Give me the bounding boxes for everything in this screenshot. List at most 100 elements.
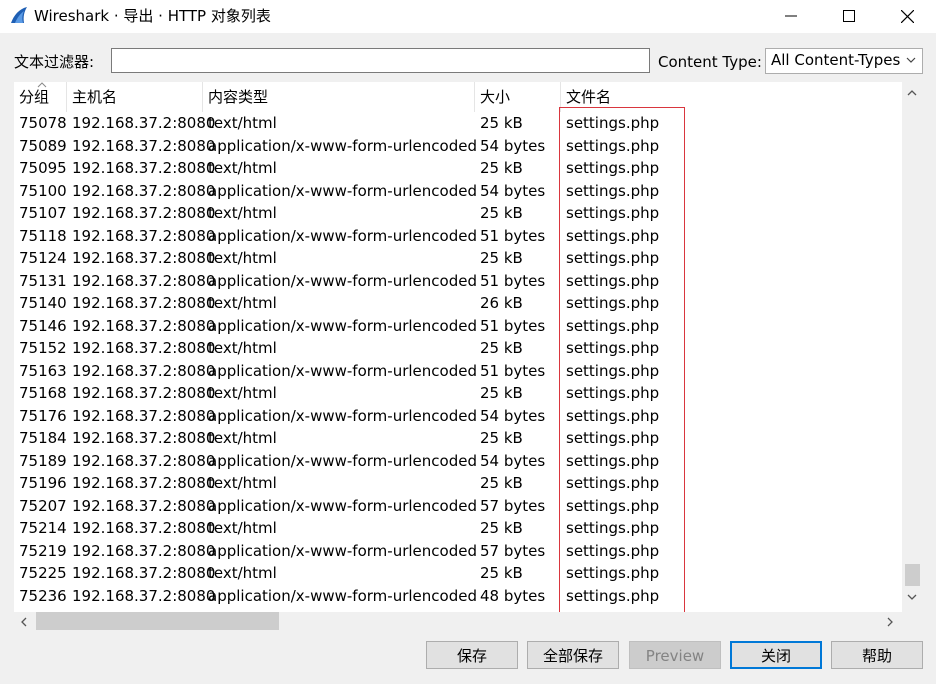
size-cell: 51 bytes — [480, 316, 546, 335]
close-window-button[interactable] — [878, 0, 936, 32]
table-row[interactable]: 75214 192.168.37.2:8080 text/html 25 kB sett… — [14, 517, 902, 540]
content-type-cell: text/html — [208, 204, 277, 222]
packet-cell: 75236 — [19, 586, 67, 605]
hostname-cell: 192.168.37.2:8080 — [72, 226, 216, 245]
filename-cell: settings.php — [566, 564, 660, 582]
scroll-down-icon[interactable] — [906, 592, 918, 602]
filename-cell: settings.php — [566, 384, 660, 402]
http-object-list[interactable]: 分组 主机名 内容类型 大小 文件名 75078 192.168.37.2:808… — [14, 82, 922, 630]
packet-cell: 75095 — [19, 159, 67, 177]
size-cell: 25 kB — [480, 384, 523, 402]
table-row[interactable]: 75146 192.168.37.2:8080 application/x-www-… — [14, 315, 902, 338]
table-row[interactable]: 75189 192.168.37.2:8080 application/x-www-… — [14, 450, 902, 473]
help-button[interactable]: 帮助 — [831, 641, 923, 669]
content-type-cell: text/html — [208, 114, 277, 132]
size-cell: 48 bytes — [480, 586, 546, 605]
content-type-select[interactable]: All Content-Types — [765, 48, 923, 74]
table-row[interactable]: 75140 192.168.37.2:8080 text/html 26 kB sett… — [14, 292, 902, 315]
content-type-cell: application/x-www-form-urlencoded — [208, 451, 477, 470]
table-row[interactable]: 75100 192.168.37.2:8080 application/x-www-… — [14, 180, 902, 203]
column-header-label: 主机名 — [72, 88, 118, 106]
content-type-cell: application/x-www-form-urlencoded — [208, 181, 477, 200]
table-row[interactable]: 75152 192.168.37.2:8080 text/html 25 kB sett… — [14, 337, 902, 360]
table-row[interactable]: 75207 192.168.37.2:8080 application/x-www-… — [14, 495, 902, 518]
column-header-hostname[interactable]: 主机名 — [67, 82, 203, 112]
column-header-packet[interactable]: 分组 — [14, 82, 67, 112]
table-row[interactable]: 75225 192.168.37.2:8080 text/html 25 kB sett… — [14, 562, 902, 585]
table-row[interactable]: 75089 192.168.37.2:8080 application/x-www-… — [14, 135, 902, 158]
table-row[interactable]: 75124 192.168.37.2:8080 text/html 25 kB sett… — [14, 247, 902, 270]
minimize-icon — [785, 15, 797, 17]
content-type-cell: text/html — [208, 339, 277, 357]
filename-cell: settings.php — [566, 361, 660, 380]
table-row[interactable]: 75118 192.168.37.2:8080 application/x-www-… — [14, 225, 902, 248]
table-row[interactable]: 75236 192.168.37.2:8080 application/x-www-… — [14, 585, 902, 608]
filename-cell: settings.php — [566, 519, 660, 537]
packet-cell: 75146 — [19, 316, 67, 335]
preview-button[interactable]: Preview — [629, 641, 721, 669]
table-row[interactable]: 75095 192.168.37.2:8080 text/html 25 kB sett… — [14, 157, 902, 180]
scroll-up-icon[interactable] — [906, 88, 918, 98]
content-type-cell: application/x-www-form-urlencoded — [208, 586, 477, 605]
hostname-cell: 192.168.37.2:8080 — [72, 474, 216, 492]
table-row[interactable]: 75163 192.168.37.2:8080 application/x-www-… — [14, 360, 902, 383]
filename-cell: settings.php — [566, 294, 660, 312]
filename-cell: settings.php — [566, 339, 660, 357]
column-header-filename[interactable]: 文件名 — [561, 82, 902, 112]
title-bar[interactable]: Wireshark · 导出 · HTTP 对象列表 — [0, 0, 936, 33]
hostname-cell: 192.168.37.2:8080 — [72, 181, 216, 200]
text-filter-label: 文本过滤器: — [14, 53, 95, 71]
table-row[interactable]: 75184 192.168.37.2:8080 text/html 25 kB sett… — [14, 427, 902, 450]
vertical-scrollbar[interactable] — [902, 82, 922, 612]
packet-cell: 75107 — [19, 204, 67, 222]
hostname-cell: 192.168.37.2:8080 — [72, 564, 216, 582]
minimize-button[interactable] — [762, 0, 820, 32]
close-button[interactable]: 关闭 — [730, 641, 822, 669]
maximize-icon — [843, 10, 855, 22]
scroll-right-icon[interactable] — [885, 616, 895, 628]
filename-cell: settings.php — [566, 114, 660, 132]
hostname-cell: 192.168.37.2:8080 — [72, 406, 216, 425]
save-button[interactable]: 保存 — [426, 641, 518, 669]
table-row[interactable]: 75219 192.168.37.2:8080 application/x-www-… — [14, 540, 902, 563]
content-type-cell: application/x-www-form-urlencoded — [208, 136, 477, 155]
packet-cell: 75196 — [19, 474, 67, 492]
filename-cell: settings.php — [566, 226, 660, 245]
table-row[interactable]: 75176 192.168.37.2:8080 application/x-www-… — [14, 405, 902, 428]
list-header: 分组 主机名 内容类型 大小 文件名 — [14, 82, 902, 112]
table-row[interactable]: 75131 192.168.37.2:8080 application/x-www-… — [14, 270, 902, 293]
scroll-left-icon[interactable] — [19, 616, 29, 628]
content-type-cell: text/html — [208, 294, 277, 312]
content-type-cell: text/html — [208, 474, 277, 492]
close-icon — [900, 9, 914, 23]
filename-cell: settings.php — [566, 474, 660, 492]
content-type-cell: application/x-www-form-urlencoded — [208, 316, 477, 335]
hostname-cell: 192.168.37.2:8080 — [72, 586, 216, 605]
text-filter-input[interactable] — [111, 48, 650, 73]
size-cell: 54 bytes — [480, 181, 546, 200]
table-row[interactable]: 75078 192.168.37.2:8080 text/html 25 kB sett… — [14, 112, 902, 135]
horizontal-scroll-thumb[interactable] — [36, 612, 279, 630]
packet-cell: 75131 — [19, 271, 67, 290]
hostname-cell: 192.168.37.2:8080 — [72, 204, 216, 222]
size-cell: 57 bytes — [480, 496, 546, 515]
column-header-size[interactable]: 大小 — [475, 82, 561, 112]
maximize-button[interactable] — [820, 0, 878, 32]
table-row[interactable]: 75196 192.168.37.2:8080 text/html 25 kB sett… — [14, 472, 902, 495]
size-cell: 25 kB — [480, 429, 523, 447]
column-header-content-type[interactable]: 内容类型 — [203, 82, 475, 112]
save-all-button[interactable]: 全部保存 — [527, 641, 619, 669]
content-type-cell: application/x-www-form-urlencoded — [208, 226, 477, 245]
horizontal-scrollbar[interactable] — [14, 612, 902, 630]
table-row[interactable]: 75168 192.168.37.2:8080 text/html 25 kB sett… — [14, 382, 902, 405]
vertical-scroll-thumb[interactable] — [905, 564, 920, 586]
scrollbar-corner — [902, 612, 922, 630]
filename-cell: settings.php — [566, 249, 660, 267]
content-type-cell: text/html — [208, 519, 277, 537]
hostname-cell: 192.168.37.2:8080 — [72, 316, 216, 335]
sort-ascending-icon — [37, 82, 47, 88]
size-cell: 25 kB — [480, 114, 523, 132]
hostname-cell: 192.168.37.2:8080 — [72, 519, 216, 537]
table-row[interactable]: 75107 192.168.37.2:8080 text/html 25 kB sett… — [14, 202, 902, 225]
filename-cell: settings.php — [566, 451, 660, 470]
